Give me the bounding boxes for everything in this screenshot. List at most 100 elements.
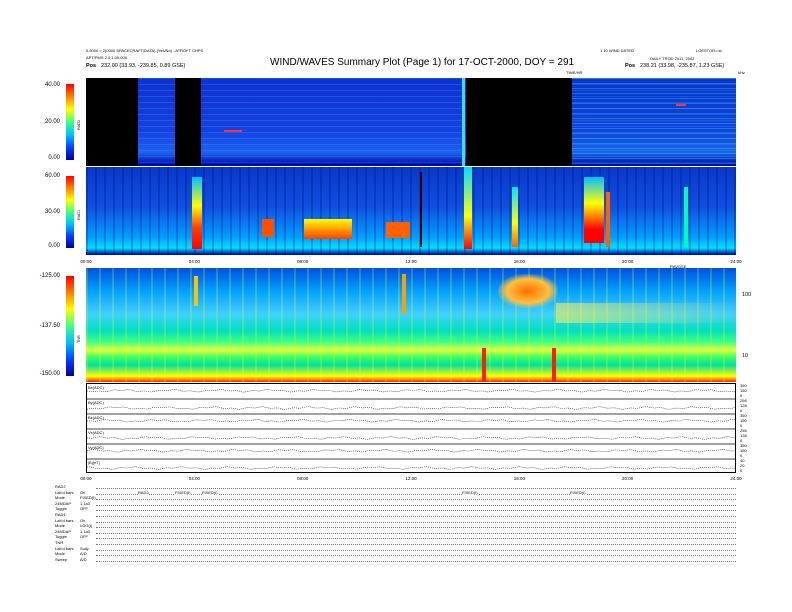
rad1-colorbar xyxy=(66,176,74,248)
footer-mark: RAD2 xyxy=(138,489,149,495)
footer-dotted-line xyxy=(96,499,736,501)
tnr-cbar-tick: -125.00 xyxy=(39,273,60,279)
footer-row-label: TNR xyxy=(55,540,64,545)
footer-dotted-line xyxy=(96,538,736,540)
series-right-tick: 0 xyxy=(740,468,743,473)
rad1-cbar-tick: 60.00 xyxy=(44,173,60,179)
header-right-line1: 1.10 WIND DATED xyxy=(600,48,634,53)
x-tick-label: 12:00 xyxy=(405,476,417,481)
header-right-tag: TIME/HR xyxy=(566,70,583,75)
footer-row-value: A/D xyxy=(80,551,87,557)
rad1-cbar-tick: 30.00 xyxy=(44,209,60,215)
footer-row-value: A/D xyxy=(80,556,87,562)
x-tick-label: 00:00 xyxy=(80,259,92,264)
x-tick-label: 24:00 xyxy=(730,259,742,264)
footer-dotted-line xyxy=(96,527,736,529)
footer-row-label: Sweep xyxy=(55,556,68,562)
footer-row-value: OFF xyxy=(80,534,88,540)
footer-dotted-line xyxy=(96,532,736,534)
x-tick-label: 20:00 xyxy=(622,259,634,264)
footer-row-label: Mode xyxy=(55,551,66,557)
series-line xyxy=(87,449,735,453)
header-right-pos-value: 238.21 (33.98, -235.87, 1.23 GSE) xyxy=(640,63,725,69)
rad2-data-gap xyxy=(466,78,572,166)
footer-row-label: RAD1 xyxy=(55,512,66,517)
header-right-unit: kHz xyxy=(738,70,745,75)
footer-row-label: Mode xyxy=(55,495,66,501)
footer-row-value: On xyxy=(80,517,86,523)
rad2-cbar-tick: 40.00 xyxy=(44,82,60,88)
header-left-line1: 0.5000 = 2(0000 SPACECRAFT/DATA) (Yes/No… xyxy=(86,48,204,53)
footer-mark: FIXED(I) xyxy=(202,489,218,495)
footer-row-value: On xyxy=(80,489,86,495)
footer-row-label: 24MDAP xyxy=(55,528,72,534)
header-left-pos-value: 232.00 (33.93, -239.85, 0.89 GSE) xyxy=(101,63,186,69)
rad2-data-gap xyxy=(86,78,138,166)
page-title: WIND/WAVES Summary Plot (Page 1) for 17-… xyxy=(270,57,575,68)
x-tick-label: 04:00 xyxy=(188,476,200,481)
footer-dotted-line xyxy=(96,493,736,495)
series-label: Bx(ADC) xyxy=(88,385,104,390)
footer-mark: FIXED(I) xyxy=(570,489,586,495)
series-label: Vx(ADC) xyxy=(88,430,104,435)
rad1-cbar-tick: 0.00 xyxy=(48,243,60,249)
series-label: Vy(ADC) xyxy=(88,445,104,450)
x-tick-label: 08:00 xyxy=(297,259,309,264)
footer-dotted-line xyxy=(96,510,736,512)
rad2-cbar-tick: 20.00 xyxy=(44,119,60,125)
header-left-line2: APT/PMS 2.0 1.00.000 xyxy=(86,55,127,60)
footer-mark: FIXED(I) xyxy=(175,489,191,495)
header-right-line2: DAILY TROD 2011, 2002 xyxy=(650,56,695,61)
header-right-pos-label: Pos xyxy=(625,63,636,69)
footer-mark: FIXED(I) xyxy=(462,489,478,495)
footer-dotted-line xyxy=(96,555,736,557)
footer-row-label: RAD2 xyxy=(55,484,66,489)
footer-dotted-line xyxy=(96,516,736,517)
footer-row-label: Toggle xyxy=(55,534,67,540)
x-tick-label: 24:00 xyxy=(730,476,742,481)
footer-dotted-line xyxy=(96,521,736,523)
footer-row-value: Sully xyxy=(80,545,89,551)
tnr-spectrogram xyxy=(86,268,736,382)
footer-row-label: 24MDAP xyxy=(55,500,72,506)
footer-row-value: 1.1a3 xyxy=(80,500,91,506)
footer-dotted-line xyxy=(96,544,736,545)
footer-row-value: FIXED(I) xyxy=(80,495,96,501)
footer-row-label: Mode xyxy=(55,523,66,529)
series-label: |B|(nT) xyxy=(88,460,101,465)
rad2-colorbar xyxy=(66,84,74,160)
x-tick-label: 00:00 xyxy=(80,476,92,481)
x-tick-label: 04:00 xyxy=(188,259,200,264)
footer-row-label: Lab'd bars xyxy=(55,517,74,523)
footer-row-value: 1.1a3 xyxy=(80,528,91,534)
series-line xyxy=(87,389,735,393)
x-tick-label: 16:00 xyxy=(513,259,525,264)
footer-dotted-line xyxy=(96,504,736,506)
series-line xyxy=(87,466,735,470)
series-line xyxy=(87,406,735,410)
rad2-ylabel: RAD2 xyxy=(77,119,81,130)
series-label: Bz(ADC) xyxy=(88,415,104,420)
tnr-right-tick: 100 xyxy=(742,292,752,298)
footer-row-label: Toggle xyxy=(55,506,67,512)
rad2-cbar-tick: 0.00 xyxy=(48,155,60,161)
housekeeping-panel xyxy=(86,383,736,473)
footer-dotted-line xyxy=(96,560,736,562)
footer-row-value: LOG(I) xyxy=(80,523,93,529)
series-line xyxy=(87,436,735,440)
rad1-ylabel: RAD1 xyxy=(77,209,81,220)
tnr-cbar-tick: -137.50 xyxy=(39,323,60,329)
tnr-right-tick: 10 xyxy=(742,353,749,359)
housekeeping-lines xyxy=(87,389,735,470)
rad2-spectrogram xyxy=(86,78,736,166)
series-label: By(ADC) xyxy=(88,400,104,405)
tnr-ylabel: TNR xyxy=(77,335,81,343)
rad2-data-gap xyxy=(175,78,201,166)
rad1-spectrogram xyxy=(86,167,736,255)
tnr-colorbar xyxy=(66,276,74,376)
footer-dotted-line xyxy=(96,549,736,551)
footer-row-label: Lab'd bars xyxy=(55,545,74,551)
series-line xyxy=(87,419,735,423)
x-tick-label: 08:00 xyxy=(297,476,309,481)
header-right-line1b: LOESTOR=:st xyxy=(696,48,722,53)
